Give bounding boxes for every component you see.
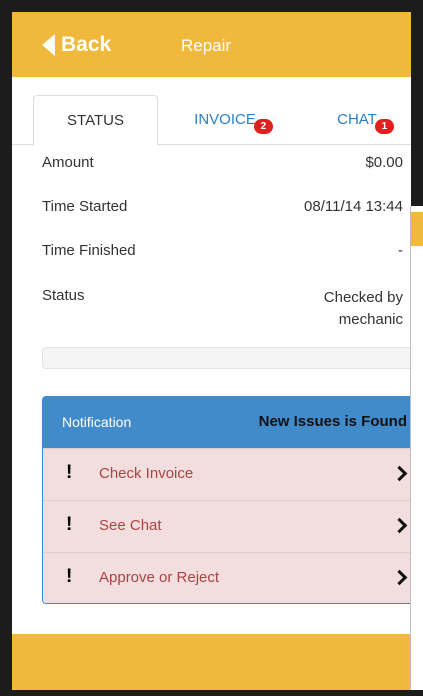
footer-bar (12, 634, 411, 690)
notification-panel: Notification New Issues is Found ! Check… (42, 396, 411, 604)
detail-value: - (398, 242, 403, 259)
approve-reject-item[interactable]: ! Approve or Reject (43, 552, 411, 603)
item-label: Approve or Reject (99, 569, 220, 586)
exclamation-icon: ! (66, 514, 73, 535)
chevron-right-icon (391, 465, 408, 482)
detail-value: Checked by mechanic (324, 287, 403, 331)
detail-label: Amount (42, 154, 94, 171)
app-screen: Back Repair STATUS INVOICE 2 CHAT 1 Amou… (12, 12, 411, 690)
notification-message: New Issues is Found (258, 413, 407, 430)
tab-status-label: STATUS (67, 112, 124, 129)
header-bar: Back Repair (12, 12, 411, 77)
status-value-line2: mechanic (338, 311, 403, 328)
tab-invoice-label: INVOICE (194, 111, 256, 128)
chevron-right-icon (391, 517, 408, 534)
progress-bar (42, 347, 411, 369)
back-button[interactable]: Back (42, 32, 111, 58)
overlapping-panel-header (411, 212, 423, 246)
exclamation-icon: ! (66, 462, 73, 483)
detail-label: Time Started (42, 198, 128, 215)
back-label: Back (61, 33, 112, 56)
see-chat-item[interactable]: ! See Chat (43, 500, 411, 552)
detail-label: Time Finished (42, 242, 136, 259)
overlapping-panel (410, 206, 423, 690)
chevron-right-icon (391, 569, 408, 586)
invoice-count-badge: 2 (253, 119, 273, 134)
chat-count-badge: 1 (374, 119, 394, 134)
notification-header: Notification New Issues is Found (43, 397, 411, 448)
detail-label: Status (42, 287, 85, 304)
item-label: See Chat (99, 517, 162, 534)
tab-chat[interactable]: CHAT 1 (312, 95, 402, 146)
exclamation-icon: ! (66, 566, 73, 587)
page-title: Repair (181, 36, 232, 55)
back-arrow-icon (42, 34, 55, 56)
check-invoice-item[interactable]: ! Check Invoice (43, 448, 411, 500)
item-label: Check Invoice (99, 465, 194, 482)
tab-chat-label: CHAT (337, 111, 377, 128)
tab-invoice[interactable]: INVOICE 2 (170, 95, 280, 146)
detail-value: $0.00 (365, 154, 403, 171)
tab-status[interactable]: STATUS (33, 95, 158, 146)
notification-title: Notification (62, 414, 132, 430)
status-value-line1: Checked by (323, 289, 403, 306)
tab-bar: STATUS INVOICE 2 CHAT 1 (12, 79, 411, 146)
detail-value: 08/11/14 13:44 (304, 198, 403, 215)
